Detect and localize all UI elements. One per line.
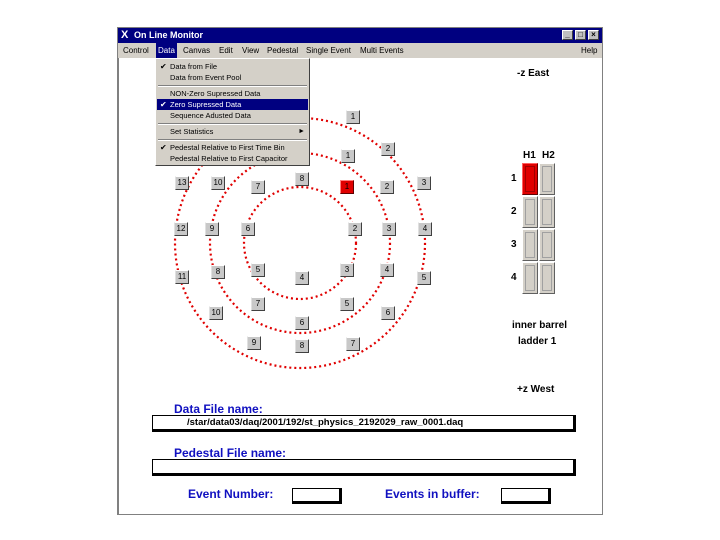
ladder-outer-11[interactable]: 11 [175, 270, 189, 284]
events-in-buffer-label: Events in buffer: [385, 487, 480, 501]
ladder-middle-3[interactable]: 3 [382, 222, 396, 236]
ladder-outer-9[interactable]: 9 [247, 336, 261, 350]
ladder-middle-5[interactable]: 5 [340, 297, 354, 311]
hybrid-3-h2[interactable] [539, 229, 555, 261]
hybrid-row-label: 4 [511, 272, 517, 283]
hybrid-1-h1[interactable] [522, 163, 538, 195]
menu-item-label: Set Statistics [170, 127, 214, 136]
menu-bar: Control Data Canvas Edit View Pedestal S… [118, 43, 602, 58]
menu-separator [158, 139, 307, 141]
menu-item-label: Pedestal Relative to First Capacitor [170, 154, 288, 163]
ladder-middle-7[interactable]: 7 [251, 297, 265, 311]
ladder-middle-9[interactable]: 9 [205, 222, 219, 236]
submenu-arrow-icon: ► [298, 128, 305, 135]
check-icon: ✔ [160, 100, 167, 109]
data-file-field[interactable]: /star/data03/daq/2001/192/st_physics_219… [152, 415, 576, 432]
hybrid-header-h1: H1 [523, 150, 536, 161]
ladder-outer-8[interactable]: 8 [295, 339, 309, 353]
hybrid-row-label: 3 [511, 239, 517, 250]
menu-item-set-statistics[interactable]: Set Statistics ► [157, 126, 308, 137]
online-monitor-window: X On Line Monitor _ □ × Control Data Can… [117, 27, 603, 515]
close-button[interactable]: × [588, 30, 599, 40]
menu-edit[interactable]: Edit [217, 43, 235, 58]
hybrid-header-h2: H2 [542, 150, 555, 161]
ladder-middle-6[interactable]: 6 [295, 316, 309, 330]
ladder-middle-8[interactable]: 8 [211, 265, 225, 279]
ladder-outer-1[interactable]: 1 [346, 110, 360, 124]
ladder-outer-2[interactable]: 2 [381, 142, 395, 156]
menu-item-zero-supressed[interactable]: ✔ Zero Supressed Data [157, 99, 308, 110]
hybrid-4-h1[interactable] [522, 262, 538, 294]
ladder-outer-4[interactable]: 4 [418, 222, 432, 236]
event-number-label: Event Number: [188, 487, 274, 501]
menu-separator [158, 85, 307, 87]
menu-item-label: NON-Zero Supressed Data [170, 89, 261, 98]
ladder-inner-2[interactable]: 2 [348, 222, 362, 236]
menu-item-pedestal-first-time-bin[interactable]: ✔ Pedestal Relative to First Time Bin [157, 142, 308, 153]
data-dropdown-menu: ✔ Data from File Data from Event Pool NO… [155, 58, 310, 166]
x-logo-icon: X [121, 29, 129, 41]
hybrid-row-label: 1 [511, 173, 517, 184]
ladder-inner-3[interactable]: 3 [340, 263, 354, 277]
menu-item-label: Data from File [170, 62, 218, 71]
ladder-outer-10[interactable]: 10 [209, 306, 223, 320]
menu-separator [158, 123, 307, 125]
ladder-inner-8[interactable]: 8 [295, 172, 309, 186]
menu-view[interactable]: View [240, 43, 261, 58]
ladder-outer-3[interactable]: 3 [417, 176, 431, 190]
events-in-buffer-field[interactable] [501, 488, 551, 504]
menu-item-label: Zero Supressed Data [170, 100, 242, 109]
menu-single-event[interactable]: Single Event [304, 43, 353, 58]
menu-pedestal[interactable]: Pedestal [265, 43, 300, 58]
pedestal-file-field[interactable] [152, 459, 576, 476]
hybrid-2-h2[interactable] [539, 196, 555, 228]
ladder-caption: ladder 1 [518, 336, 557, 347]
menu-control[interactable]: Control [121, 43, 151, 58]
window-title: On Line Monitor [134, 30, 203, 40]
hybrid-1-h2[interactable] [539, 163, 555, 195]
title-bar[interactable]: X On Line Monitor _ □ × [118, 28, 602, 43]
hybrid-row-label: 2 [511, 206, 517, 217]
hybrid-2-h1[interactable] [522, 196, 538, 228]
ladder-inner-4[interactable]: 4 [295, 271, 309, 285]
menu-item-pedestal-first-capacitor[interactable]: Pedestal Relative to First Capacitor [157, 153, 308, 164]
menu-item-label: Sequence Adusted Data [170, 111, 251, 120]
data-file-label: Data File name: [174, 402, 263, 416]
ladder-outer-7[interactable]: 7 [346, 337, 360, 351]
ladder-inner-1[interactable]: 1 [340, 180, 354, 194]
menu-item-data-from-file[interactable]: ✔ Data from File [157, 61, 308, 72]
minimize-button[interactable]: _ [562, 30, 573, 40]
menu-data[interactable]: Data [156, 43, 177, 58]
menu-multi-events[interactable]: Multi Events [358, 43, 406, 58]
ladder-middle-2[interactable]: 2 [380, 180, 394, 194]
ladder-outer-12[interactable]: 12 [174, 222, 188, 236]
ladder-outer-5[interactable]: 5 [417, 271, 431, 285]
hybrid-4-h2[interactable] [539, 262, 555, 294]
ladder-inner-5[interactable]: 5 [251, 263, 265, 277]
ladder-outer-13[interactable]: 13 [175, 176, 189, 190]
check-icon: ✔ [160, 143, 167, 152]
ladder-middle-1[interactable]: 1 [341, 149, 355, 163]
menu-help[interactable]: Help [579, 43, 599, 58]
menu-item-sequence-adusted[interactable]: Sequence Adusted Data [157, 110, 308, 121]
menu-canvas[interactable]: Canvas [181, 43, 212, 58]
barrel-caption: inner barrel [512, 320, 568, 331]
maximize-button[interactable]: □ [575, 30, 586, 40]
menu-item-label: Data from Event Pool [170, 73, 242, 82]
check-icon: ✔ [160, 62, 167, 71]
ladder-middle-4[interactable]: 4 [380, 263, 394, 277]
ladder-inner-7[interactable]: 7 [251, 180, 265, 194]
menu-item-non-zero-supressed[interactable]: NON-Zero Supressed Data [157, 88, 308, 99]
hybrid-3-h1[interactable] [522, 229, 538, 261]
event-number-field[interactable] [292, 488, 342, 504]
ladder-inner-6[interactable]: 6 [241, 222, 255, 236]
menu-item-data-from-event-pool[interactable]: Data from Event Pool [157, 72, 308, 83]
ladder-outer-6[interactable]: 6 [381, 306, 395, 320]
menu-item-label: Pedestal Relative to First Time Bin [170, 143, 285, 152]
pedestal-file-label: Pedestal File name: [174, 446, 287, 460]
ladder-middle-10[interactable]: 10 [211, 176, 225, 190]
